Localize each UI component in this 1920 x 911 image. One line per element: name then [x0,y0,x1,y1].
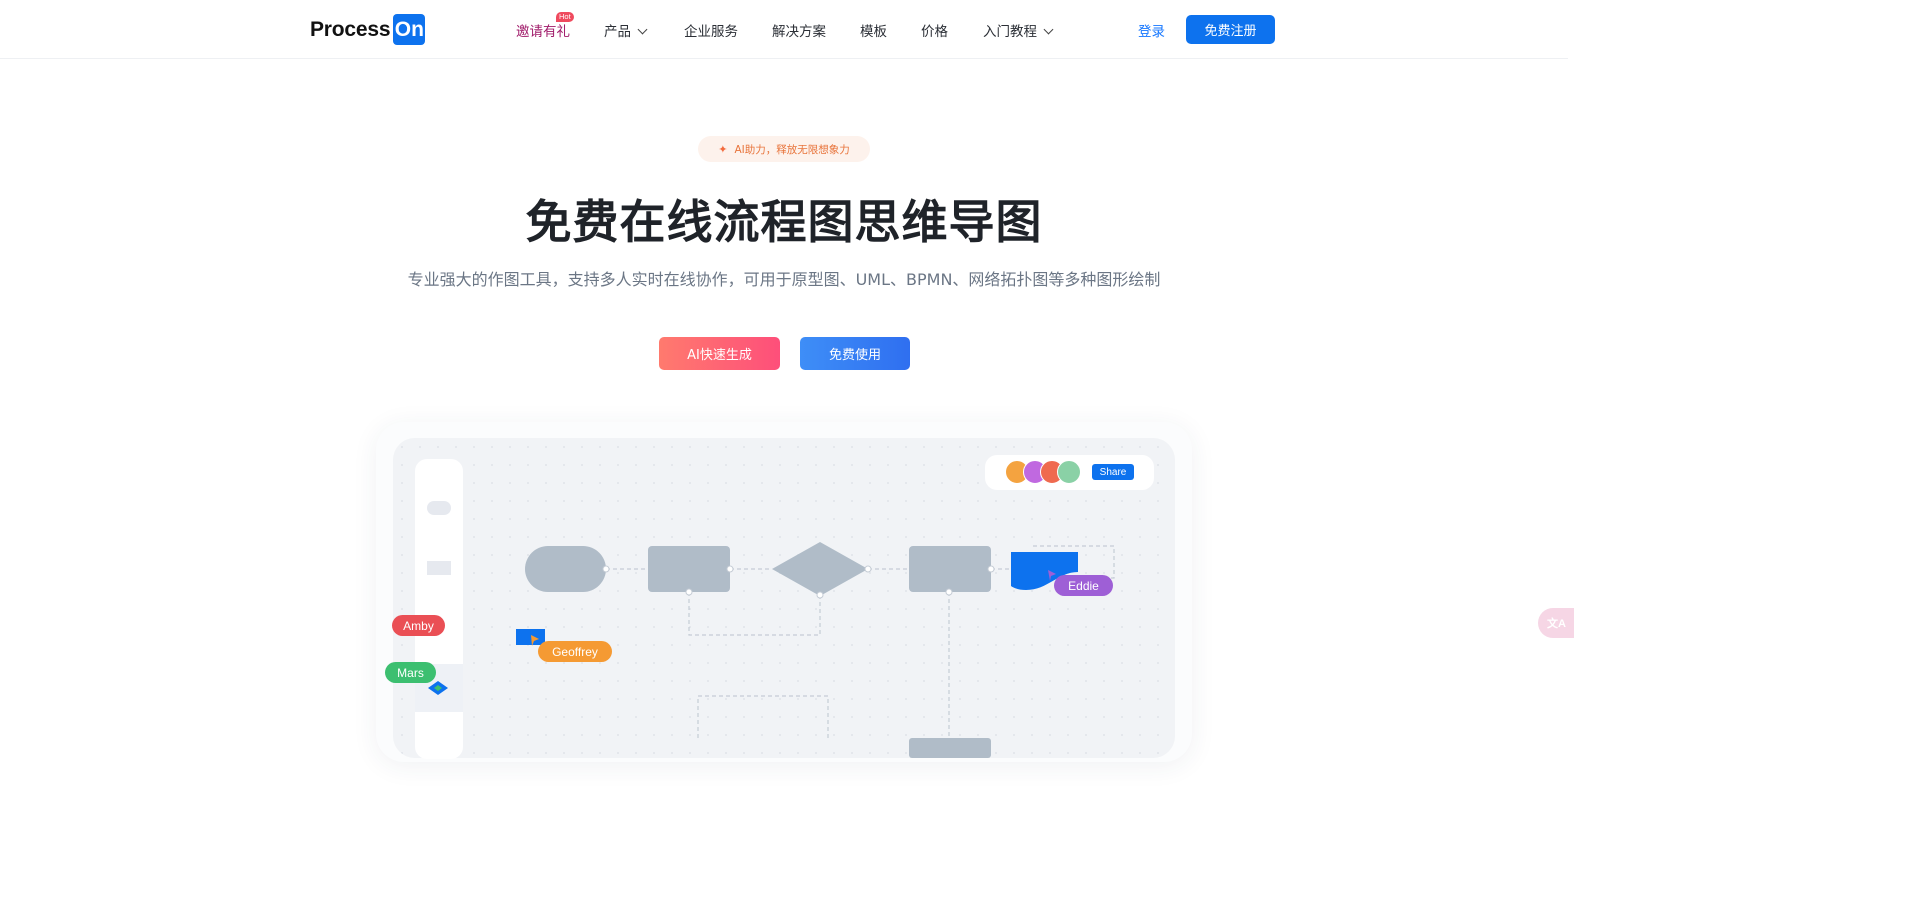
collaborator-cursor-label: Eddie [1054,575,1113,596]
nav-enterprise[interactable]: 企业服务 [684,20,738,40]
register-button[interactable]: 免费注册 [1186,15,1275,44]
nav-tutorials-label: 入门教程 [983,24,1037,40]
ai-promo-pill[interactable]: ✦ AI助力，释放无限想象力 [698,136,870,162]
nav-tutorials[interactable]: 入门教程 [983,20,1054,40]
nav-product[interactable]: 产品 [604,20,648,40]
translate-icon: 文A [1547,618,1566,630]
nav-solutions[interactable]: 解决方案 [772,20,826,40]
avatar [1057,460,1081,484]
collaborator-cursor-label: Mars [385,662,436,683]
hot-badge: Hot [556,12,574,22]
hero-subtitle: 专业强大的作图工具，支持多人实时在线协作，可用于原型图、UML、BPMN、网络拓… [407,270,1161,289]
collaborator-cursor-label: Geoffrey [538,641,612,662]
chevron-down-icon [637,24,648,35]
nav-templates[interactable]: 模板 [860,20,887,40]
diamond-shape-icon[interactable] [428,681,448,695]
chevron-down-icon [1043,24,1054,35]
sparkle-icon: ✦ [718,142,728,156]
nav-product-label: 产品 [604,24,631,40]
rect-shape-icon[interactable] [427,561,451,575]
login-link[interactable]: 登录 [1138,20,1165,40]
collaborator-cursor-label: Amby [392,615,445,636]
nav-pricing[interactable]: 价格 [921,20,948,40]
logo-text: Process [310,17,391,41]
logo-badge: On [393,14,426,45]
free-use-button[interactable]: 免费使用 [800,337,910,370]
processon-logo[interactable]: Process On [310,14,426,45]
ai-generate-button[interactable]: AI快速生成 [659,337,780,370]
nav-invite[interactable]: 邀请有礼 [516,20,570,40]
hero-title: 免费在线流程图思维导图 [525,195,1043,249]
ai-promo-text: AI助力，释放无限想象力 [734,143,850,156]
share-button[interactable]: Share [1092,464,1134,480]
rounded-rect-shape-icon[interactable] [427,501,451,515]
